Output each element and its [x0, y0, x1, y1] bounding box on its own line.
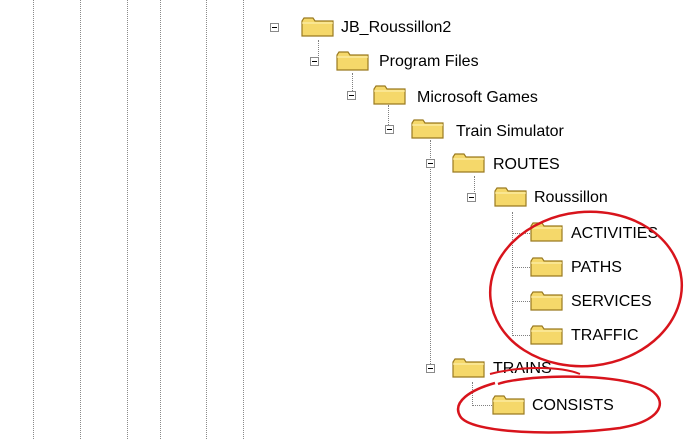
- folder-icon: [336, 50, 370, 72]
- tree-node-label[interactable]: JB_Roussillon2: [341, 18, 451, 38]
- tree-connector: [512, 301, 530, 302]
- folder-icon: [452, 152, 486, 174]
- folder-icon: [492, 394, 526, 416]
- tree-connector: [512, 233, 530, 234]
- collapse-icon[interactable]: [426, 159, 435, 168]
- tree-node-label[interactable]: TRAINS: [493, 359, 552, 379]
- tree-node-label[interactable]: ACTIVITIES: [571, 224, 658, 244]
- tree-node-label[interactable]: PATHS: [571, 258, 622, 278]
- tree-guide-line: [160, 0, 161, 439]
- tree-connector: [472, 405, 492, 406]
- tree-connector: [512, 212, 513, 334]
- tree-node-label[interactable]: Roussillon: [534, 188, 608, 208]
- tree-guide-line: [33, 0, 34, 439]
- tree-node-label[interactable]: SERVICES: [571, 292, 652, 312]
- tree-node-label[interactable]: Microsoft Games: [417, 88, 538, 108]
- folder-icon: [494, 186, 528, 208]
- tree-connector: [512, 267, 530, 268]
- collapse-icon[interactable]: [347, 91, 356, 100]
- tree-guide-line: [80, 0, 81, 439]
- tree-connector: [430, 140, 431, 370]
- collapse-icon[interactable]: [270, 23, 279, 32]
- folder-icon: [373, 84, 407, 106]
- tree-connector: [472, 382, 473, 406]
- tree-node-label[interactable]: TRAFFIC: [571, 326, 639, 346]
- folder-icon: [530, 324, 564, 346]
- tree-node-label[interactable]: Program Files: [379, 52, 479, 72]
- collapse-icon[interactable]: [426, 364, 435, 373]
- tree-guide-line: [206, 0, 207, 439]
- folder-icon: [301, 16, 335, 38]
- folder-icon: [530, 221, 564, 243]
- tree-connector: [512, 335, 530, 336]
- collapse-icon[interactable]: [310, 57, 319, 66]
- tree-guide-line: [127, 0, 128, 439]
- tree-node-label[interactable]: Train Simulator: [456, 122, 564, 142]
- collapse-icon[interactable]: [467, 193, 476, 202]
- folder-icon: [452, 357, 486, 379]
- collapse-icon[interactable]: [385, 125, 394, 134]
- folder-icon: [411, 118, 445, 140]
- tree-node-label[interactable]: ROUTES: [493, 155, 560, 175]
- tree-node-label[interactable]: CONSISTS: [532, 396, 614, 416]
- folder-icon: [530, 256, 564, 278]
- tree-guide-line: [243, 0, 244, 439]
- folder-icon: [530, 290, 564, 312]
